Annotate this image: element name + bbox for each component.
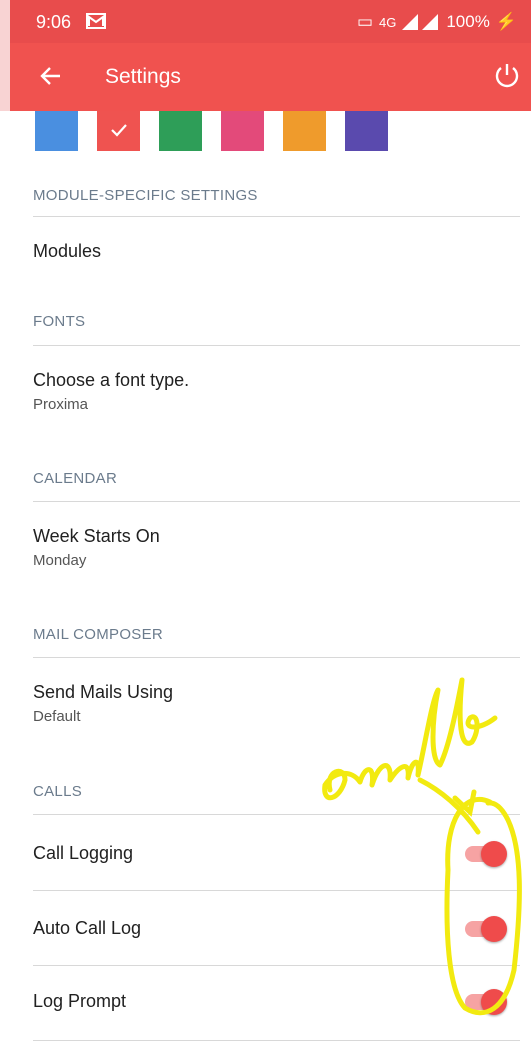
auto-call-log-toggle[interactable] xyxy=(465,916,509,942)
section-heading-module-specific: MODULE-SPECIFIC SETTINGS xyxy=(33,187,258,204)
mail-notification-icon xyxy=(86,13,106,29)
toggle-thumb xyxy=(481,916,507,942)
font-type-value: Proxima xyxy=(33,396,89,413)
log-prompt-label: Log Prompt xyxy=(33,991,127,1011)
section-heading-fonts: FONTS xyxy=(33,313,86,330)
left-edge-strip xyxy=(0,0,10,111)
theme-color-swatch[interactable] xyxy=(159,111,202,151)
modules-setting[interactable]: Modules xyxy=(33,241,101,262)
page-title: Settings xyxy=(105,65,181,88)
auto-call-log-label: Auto Call Log xyxy=(33,918,142,938)
section-heading-calendar: CALENDAR xyxy=(33,470,118,487)
divider xyxy=(33,1040,520,1041)
toggle-thumb xyxy=(481,989,507,1015)
divider xyxy=(33,965,520,966)
theme-color-swatch[interactable] xyxy=(221,111,264,151)
divider xyxy=(33,657,520,658)
status-icons: ▭ 4G 100% ⚡ xyxy=(357,12,517,32)
log-prompt-toggle[interactable] xyxy=(465,989,509,1015)
font-type-setting[interactable]: Choose a font type. xyxy=(33,370,189,391)
check-icon xyxy=(111,124,127,137)
charging-icon: ⚡ xyxy=(495,12,517,31)
section-heading-calls: CALLS xyxy=(33,783,83,800)
theme-color-picker xyxy=(35,111,388,153)
week-starts-on-value: Monday xyxy=(33,552,87,569)
week-starts-on-setting[interactable]: Week Starts On xyxy=(33,526,160,547)
network-type: 4G xyxy=(379,14,397,30)
divider xyxy=(33,501,520,502)
status-bar: 9:06 ▭ 4G 100% ⚡ xyxy=(10,0,531,43)
back-arrow-icon[interactable] xyxy=(38,63,64,89)
call-logging-label: Call Logging xyxy=(33,843,134,863)
theme-color-swatch[interactable] xyxy=(97,111,140,151)
divider xyxy=(33,345,520,346)
call-logging-toggle[interactable] xyxy=(465,841,509,867)
battery-level: 100% xyxy=(446,12,490,31)
divider xyxy=(33,890,520,891)
vibrate-icon: ▭ xyxy=(356,12,373,31)
section-heading-mail-composer: MAIL COMPOSER xyxy=(33,626,164,643)
signal-icon xyxy=(402,14,439,30)
status-time: 9:06 xyxy=(36,12,72,32)
send-mails-using-setting[interactable]: Send Mails Using xyxy=(33,682,173,703)
divider xyxy=(33,216,520,217)
power-icon[interactable] xyxy=(493,61,521,89)
send-mails-using-value: Default xyxy=(33,708,81,725)
divider xyxy=(33,814,520,815)
theme-color-swatch[interactable] xyxy=(35,111,78,151)
app-bar: Settings xyxy=(10,43,531,111)
theme-color-swatch[interactable] xyxy=(345,111,388,151)
toggle-thumb xyxy=(481,841,507,867)
theme-color-swatch[interactable] xyxy=(283,111,326,151)
